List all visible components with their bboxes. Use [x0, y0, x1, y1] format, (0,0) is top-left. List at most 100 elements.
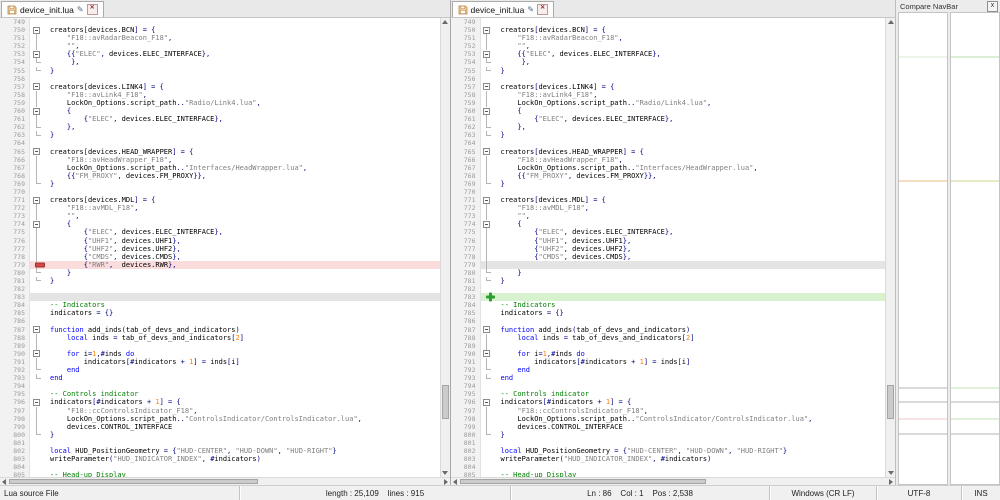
fold-margin[interactable]	[30, 447, 42, 455]
code-line[interactable]: 787 function add_inds(tab_of_devs_and_ind…	[0, 325, 440, 334]
fold-collapse-icon[interactable]	[483, 83, 490, 91]
code-line[interactable]: 804	[450, 463, 886, 472]
fold-margin[interactable]	[30, 406, 42, 415]
navbar-diff-mark[interactable]	[899, 56, 947, 58]
fold-margin[interactable]	[30, 115, 42, 124]
fold-collapse-icon[interactable]	[32, 107, 40, 115]
fold-collapse-icon[interactable]	[32, 326, 40, 334]
right-vertical-scrollbar[interactable]	[885, 18, 895, 477]
fold-margin[interactable]	[481, 341, 493, 350]
fold-margin[interactable]	[30, 75, 42, 83]
code-line[interactable]: 803 writeParameter("HUD_INDICATOR_INDEX",…	[0, 455, 440, 464]
fold-margin[interactable]	[30, 293, 42, 301]
fold-margin[interactable]	[30, 301, 42, 309]
right-code-area[interactable]: 749 750 creators[devices.BCN] = {751 "F18:…	[450, 18, 886, 477]
code-line[interactable]: 772 "F18::avMDL_F18",	[450, 204, 886, 213]
code-line[interactable]: 792 end	[0, 366, 440, 375]
fold-margin[interactable]	[481, 123, 493, 131]
fold-margin[interactable]	[481, 430, 493, 439]
code-line[interactable]: 788 local inds = tab_of_devs_and_indicat…	[0, 333, 440, 342]
navbar-diff-mark[interactable]	[951, 418, 999, 420]
code-line[interactable]: 786	[450, 317, 886, 326]
code-line[interactable]: 794	[450, 382, 886, 391]
code-line[interactable]: 794	[0, 382, 440, 391]
code-line[interactable]: 758 "F18::avLink4_F18",	[450, 90, 886, 99]
code-line[interactable]: 793 end	[0, 374, 440, 383]
code-line[interactable]: 771 creators[devices.MDL] = {	[0, 196, 440, 205]
code-line[interactable]: 775 {"ELEC", devices.ELEC_INTERFACE},	[450, 228, 886, 237]
code-line[interactable]: 753 {{"ELEC", devices.ELEC_INTERFACE},	[450, 50, 886, 59]
tab-close-icon[interactable]: ✕	[537, 4, 549, 15]
scroll-left-icon[interactable]	[0, 478, 8, 485]
fold-margin[interactable]	[481, 252, 493, 261]
code-line[interactable]: 752 "",	[450, 42, 886, 51]
fold-margin[interactable]	[30, 58, 42, 66]
code-line[interactable]: 750 creators[devices.BCN] = {	[0, 26, 440, 35]
code-line[interactable]: 751 "F18::avRadarBeacon_F18",	[450, 34, 886, 43]
code-line[interactable]: 754 },	[450, 58, 886, 67]
code-line[interactable]: 766 "F18::avHeadWrapper_F18",	[0, 155, 440, 164]
code-line[interactable]: 784 -- Indicators	[450, 301, 886, 310]
scroll-up-icon[interactable]	[886, 18, 895, 26]
status-encoding[interactable]: UTF-8	[876, 486, 961, 500]
code-line[interactable]: 775 {"ELEC", devices.ELEC_INTERFACE},	[0, 228, 440, 237]
fold-margin[interactable]	[30, 196, 42, 204]
code-line[interactable]: 804	[0, 463, 440, 472]
fold-margin[interactable]	[481, 18, 493, 26]
fold-margin[interactable]	[30, 212, 42, 221]
tab-close-icon[interactable]: ✕	[86, 4, 98, 15]
code-line[interactable]: 768 {{"FM_PROXY", devices.FM_PROXY}},	[0, 171, 440, 180]
navbar-left-document-map[interactable]	[898, 12, 948, 485]
right-horizontal-scrollbar[interactable]	[450, 477, 895, 485]
fold-margin[interactable]	[481, 260, 493, 269]
code-line[interactable]: 776 {"UHF1", devices.UHF1},	[0, 236, 440, 245]
fold-margin[interactable]	[481, 155, 493, 164]
fold-margin[interactable]	[481, 326, 493, 334]
fold-margin[interactable]	[30, 366, 42, 374]
right-tab-device-init[interactable]: device_init.lua ✎ ✕	[451, 1, 555, 17]
navbar-diff-mark[interactable]	[951, 401, 999, 403]
code-line[interactable]: 767 LockOn_Options.script_path.."Interfa…	[0, 163, 440, 172]
fold-margin[interactable]	[481, 196, 493, 204]
navbar-diff-mark[interactable]	[951, 180, 999, 182]
code-line[interactable]: 783	[450, 292, 885, 302]
fold-margin[interactable]	[481, 414, 493, 423]
fold-margin[interactable]	[30, 252, 42, 261]
fold-collapse-icon[interactable]	[483, 350, 490, 358]
fold-margin[interactable]	[30, 228, 42, 237]
code-line[interactable]: 755}	[0, 66, 440, 75]
fold-margin[interactable]	[30, 285, 42, 293]
fold-margin[interactable]	[30, 171, 42, 180]
code-line[interactable]: 773 "",	[450, 212, 886, 221]
code-line[interactable]: 760 {	[450, 107, 886, 116]
code-line[interactable]: 768 {{"FM_PROXY", devices.FM_PROXY}},	[450, 171, 886, 180]
fold-margin[interactable]	[30, 414, 42, 423]
code-line[interactable]: 758 "F18::avLink4_F18",	[0, 90, 440, 99]
fold-collapse-icon[interactable]	[32, 26, 40, 34]
code-line[interactable]: 757 creators[devices.LINK4] = {	[450, 82, 886, 91]
code-line[interactable]: 802 local HUD_PositionGeometry = {"HUD-CE…	[0, 446, 440, 456]
fold-margin[interactable]	[481, 390, 493, 398]
code-line[interactable]: 802 local HUD_PositionGeometry = {"HUD-CE…	[450, 446, 886, 456]
code-line[interactable]: 754 },	[0, 58, 440, 67]
fold-margin[interactable]	[481, 350, 493, 358]
code-line[interactable]: 785 indicators = {}	[0, 309, 440, 318]
code-line[interactable]: 750 creators[devices.BCN] = {	[450, 26, 886, 35]
fold-margin[interactable]	[30, 220, 42, 228]
fold-margin[interactable]	[481, 374, 493, 382]
code-line[interactable]: 774 {	[450, 220, 886, 229]
fold-margin[interactable]	[481, 357, 493, 367]
code-line[interactable]: 765 creators[devices.HEAD_WRAPPER] = {	[450, 147, 886, 156]
fold-collapse-icon[interactable]	[483, 50, 490, 58]
scroll-down-icon[interactable]	[441, 469, 450, 477]
fold-margin[interactable]	[30, 390, 42, 398]
code-line[interactable]: 778 {"CMDS", devices.CMDS},	[450, 252, 886, 261]
code-line[interactable]: 798 LockOn_Options.script_path.."Control…	[0, 414, 440, 423]
navbar-diff-mark[interactable]	[899, 418, 947, 420]
code-line[interactable]: 793 end	[450, 374, 886, 383]
fold-collapse-icon[interactable]	[483, 398, 490, 406]
navbar-diff-mark[interactable]	[899, 401, 947, 403]
code-line[interactable]: 796 indicators[#indicators + 1] = {	[450, 398, 886, 407]
left-vscroll-thumb[interactable]	[441, 385, 449, 420]
fold-margin[interactable]	[30, 326, 42, 334]
